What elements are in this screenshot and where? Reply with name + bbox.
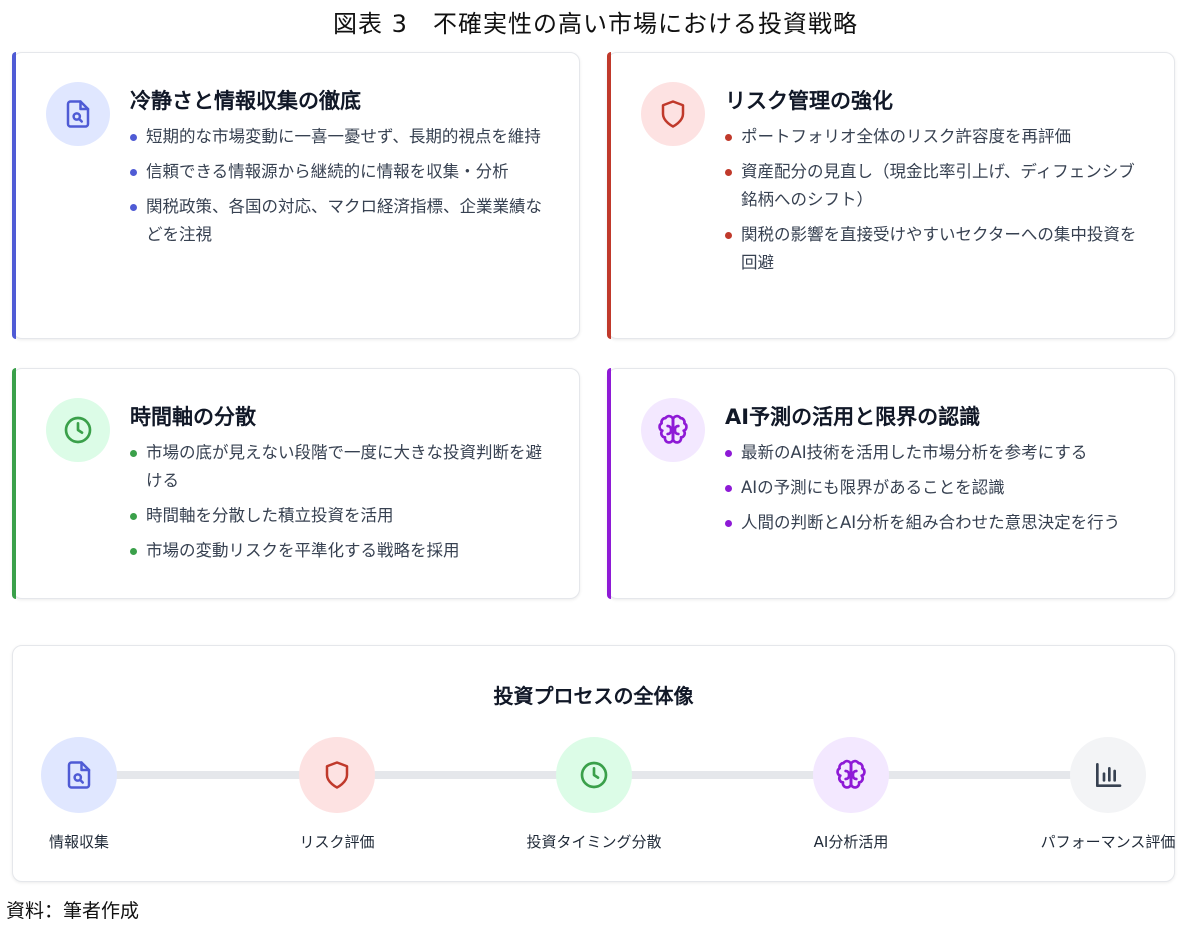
card-title: リスク管理の強化 bbox=[725, 89, 893, 113]
card-accent-bar bbox=[12, 52, 16, 339]
brain-icon bbox=[836, 759, 866, 789]
figure-title: 図表 3 不確実性の高い市場における投資戦略 bbox=[333, 10, 858, 38]
step-label: パフォーマンス評価 bbox=[1040, 833, 1176, 851]
card-ai-prediction: AI予測の活用と限界の認識 最新のAI技術を活用した市場分析を参考にする AIの… bbox=[607, 368, 1175, 599]
list-item: 関税政策、各国の対応、マクロ経済指標、企業業績などを注視 bbox=[130, 193, 550, 249]
card-list: ポートフォリオ全体のリスク許容度を再評価 資産配分の見直し（現金比率引上げ、ディ… bbox=[725, 123, 1145, 284]
list-item: 信頼できる情報源から継続的に情報を収集・分析 bbox=[130, 158, 550, 186]
list-item: 市場の変動リスクを平準化する戦略を採用 bbox=[130, 537, 550, 565]
process-step-performance: パフォーマンス評価 bbox=[1008, 737, 1191, 852]
bullet-dot bbox=[130, 169, 137, 176]
document-search-icon bbox=[67, 761, 91, 789]
brain-icon bbox=[658, 414, 688, 444]
process-step-timing: 投資タイミング分散 bbox=[494, 737, 694, 852]
card-calm-info: 冷静さと情報収集の徹底 短期的な市場変動に一喜一憂せず、長期的視点を維持 信頼で… bbox=[12, 52, 580, 339]
step-label: AI分析活用 bbox=[813, 833, 889, 851]
card-icon-circle bbox=[641, 398, 705, 462]
step-icon-circle bbox=[41, 737, 117, 813]
card-accent-bar bbox=[12, 368, 16, 599]
step-label: 投資タイミング分散 bbox=[526, 833, 662, 851]
bullet-dot bbox=[130, 134, 137, 141]
process-step-info: 情報収集 bbox=[0, 737, 179, 852]
bullet-dot bbox=[725, 450, 732, 457]
bullet-dot bbox=[130, 548, 137, 555]
step-icon-circle bbox=[556, 737, 632, 813]
step-label: リスク評価 bbox=[299, 833, 375, 851]
list-item: 時間軸を分散した積立投資を活用 bbox=[130, 502, 550, 530]
clock-icon bbox=[64, 416, 92, 444]
list-item: ポートフォリオ全体のリスク許容度を再評価 bbox=[725, 123, 1145, 151]
step-icon-circle bbox=[299, 737, 375, 813]
card-list: 市場の底が見えない段階で一度に大きな投資判断を避ける 時間軸を分散した積立投資を… bbox=[130, 439, 550, 572]
card-list: 短期的な市場変動に一喜一憂せず、長期的視点を維持 信頼できる情報源から継続的に情… bbox=[130, 123, 550, 256]
step-icon-circle bbox=[813, 737, 889, 813]
bullet-dot bbox=[130, 450, 137, 457]
list-item: 短期的な市場変動に一喜一憂せず、長期的視点を維持 bbox=[130, 123, 550, 151]
card-accent-bar bbox=[607, 368, 611, 599]
document-search-icon bbox=[66, 100, 90, 128]
list-item: 市場の底が見えない段階で一度に大きな投資判断を避ける bbox=[130, 439, 550, 495]
clock-icon bbox=[580, 761, 608, 789]
bullet-dot bbox=[130, 513, 137, 520]
bullet-dot bbox=[130, 204, 137, 211]
process-step-risk: リスク評価 bbox=[237, 737, 437, 852]
card-icon-circle bbox=[641, 82, 705, 146]
bullet-dot bbox=[725, 169, 732, 176]
shield-icon bbox=[661, 100, 685, 128]
step-icon-circle bbox=[1070, 737, 1146, 813]
step-label: 情報収集 bbox=[48, 833, 109, 851]
card-risk-management: リスク管理の強化 ポートフォリオ全体のリスク許容度を再評価 資産配分の見直し（現… bbox=[607, 52, 1175, 339]
list-item: 人間の判断とAI分析を組み合わせた意思決定を行う bbox=[725, 509, 1145, 537]
shield-icon bbox=[325, 761, 349, 789]
card-accent-bar bbox=[607, 52, 611, 339]
list-item: 資産配分の見直し（現金比率引上げ、ディフェンシブ銘柄へのシフト） bbox=[725, 158, 1145, 214]
list-item: 関税の影響を直接受けやすいセクターへの集中投資を回避 bbox=[725, 221, 1145, 277]
card-title: 冷静さと情報収集の徹底 bbox=[130, 89, 361, 113]
card-title: 時間軸の分散 bbox=[130, 405, 256, 429]
bullet-dot bbox=[725, 520, 732, 527]
card-list: 最新のAI技術を活用した市場分析を参考にする AIの予測にも限界があることを認識… bbox=[725, 439, 1145, 544]
card-icon-circle bbox=[46, 398, 110, 462]
process-overview-panel: 投資プロセスの全体像 情報収集 リスク評価 投資タイミング分散 AI分析活用 パ… bbox=[12, 645, 1175, 882]
bullet-dot bbox=[725, 134, 732, 141]
process-step-ai: AI分析活用 bbox=[751, 737, 951, 852]
list-item: 最新のAI技術を活用した市場分析を参考にする bbox=[725, 439, 1145, 467]
list-item: AIの予測にも限界があることを認識 bbox=[725, 474, 1145, 502]
bullet-dot bbox=[725, 232, 732, 239]
card-icon-circle bbox=[46, 82, 110, 146]
card-title: AI予測の活用と限界の認識 bbox=[725, 405, 981, 429]
bar-chart-icon bbox=[1096, 763, 1122, 787]
card-time-diversification: 時間軸の分散 市場の底が見えない段階で一度に大きな投資判断を避ける 時間軸を分散… bbox=[12, 368, 580, 599]
process-title: 投資プロセスの全体像 bbox=[493, 684, 694, 708]
source-note: 資料：筆者作成 bbox=[6, 900, 140, 922]
bullet-dot bbox=[725, 485, 732, 492]
